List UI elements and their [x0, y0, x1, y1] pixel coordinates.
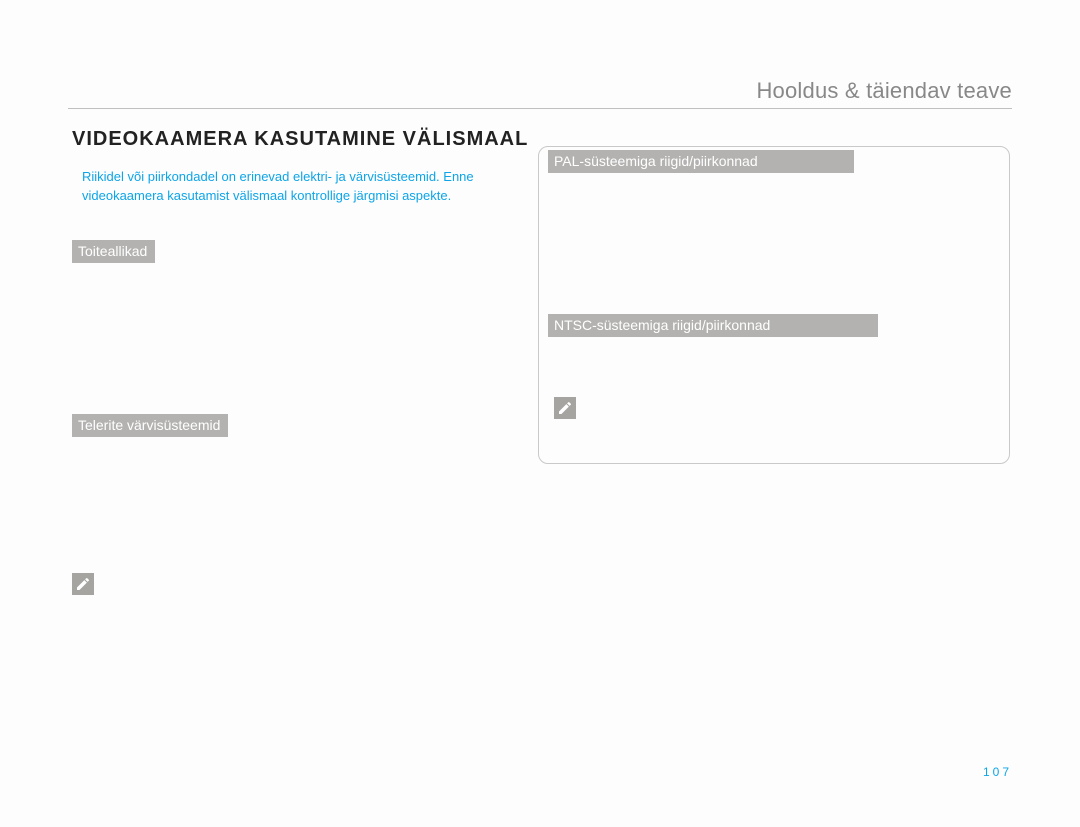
page-header-title: Hooldus & täiendav teave: [756, 78, 1012, 104]
header-rule: [68, 108, 1012, 109]
pencil-icon: [75, 576, 91, 592]
document-page: Hooldus & täiendav teave VIDEOKAAMERA KA…: [0, 0, 1080, 827]
label-ntsc-systems: NTSC-süsteemiga riigid/piirkonnad: [548, 314, 878, 337]
note-icon: [72, 573, 94, 595]
right-info-panel: [538, 146, 1010, 464]
note-icon: [554, 397, 576, 419]
label-toiteallikad: Toiteallikad: [72, 240, 155, 263]
label-telerite-varvisusteemid: Telerite värvisüsteemid: [72, 414, 228, 437]
intro-paragraph: Riikidel või piirkondadel on erinevad el…: [82, 168, 522, 206]
page-number: 107: [983, 765, 1012, 779]
label-pal-systems: PAL-süsteemiga riigid/piirkonnad: [548, 150, 854, 173]
section-title: VIDEOKAAMERA KASUTAMINE VÄLISMAAL: [72, 128, 528, 151]
pencil-icon: [557, 400, 573, 416]
